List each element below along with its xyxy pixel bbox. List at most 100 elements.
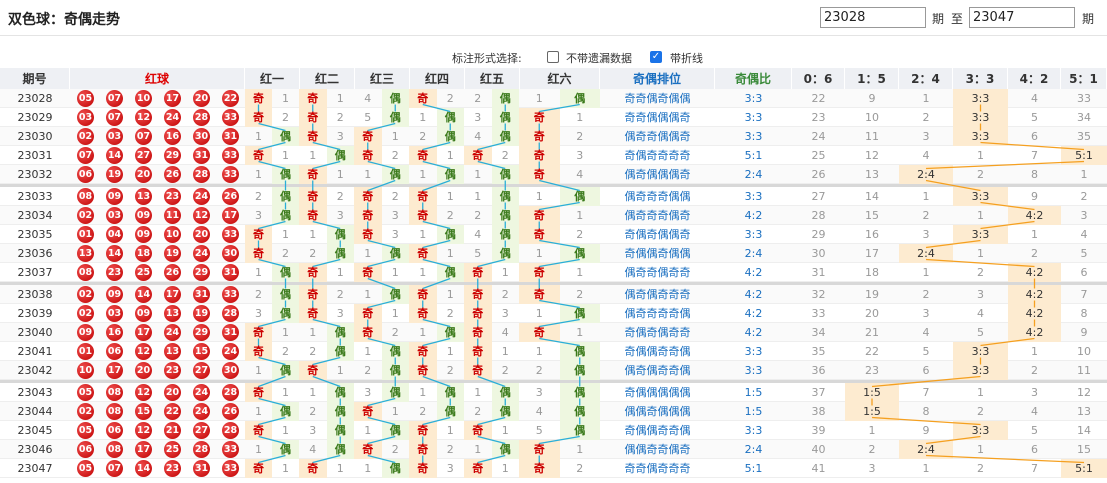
odd-mark: 奇 (464, 459, 492, 478)
red-ball: 17 (135, 441, 152, 458)
even-miss: 4 (576, 168, 584, 181)
red-ball: 08 (106, 441, 123, 458)
ratio-miss: 18 (865, 266, 879, 279)
odd-mark: 奇 (354, 127, 382, 146)
odd-mark: 奇 (354, 225, 382, 244)
red-ball: 05 (77, 422, 94, 439)
odd-miss: 1 (474, 386, 482, 399)
even-mark: 偶 (326, 225, 354, 244)
red-ball: 30 (193, 128, 210, 145)
odd-even-ratio: 3:3 (744, 130, 763, 143)
red-ball: 07 (106, 90, 123, 107)
odd-mark: 奇 (299, 89, 327, 108)
even-mark: 偶 (272, 127, 299, 146)
odd-mark: 奇 (519, 440, 560, 459)
header-10: 0：6 (792, 68, 845, 90)
red-ball: 33 (222, 109, 239, 126)
line-checkbox[interactable]: ✓ (650, 51, 662, 63)
ratio-miss: 1 (868, 424, 876, 437)
ratio-hit: 1:5 (845, 402, 899, 421)
odd-mark: 奇 (354, 206, 382, 225)
header-0[interactable]: 期号 (0, 68, 70, 90)
red-ball: 25 (135, 264, 152, 281)
ratio-miss: 8 (1031, 168, 1038, 181)
odd-mark: 奇 (354, 263, 382, 282)
red-ball: 05 (77, 460, 94, 477)
red-ball: 08 (106, 403, 123, 420)
ratio-miss: 1 (1031, 228, 1038, 241)
odd-even-ratio: 1:5 (744, 386, 763, 399)
ratio-miss: 9 (1031, 190, 1038, 203)
end-issue-input[interactable] (969, 7, 1075, 28)
odd-miss: 1 (364, 168, 372, 181)
ratio-miss: 21 (865, 326, 879, 339)
red-ball: 14 (135, 460, 152, 477)
ratio-hit: 3:3 (953, 361, 1008, 380)
odd-even-ratio: 3:3 (744, 424, 763, 437)
ratio-miss: 2 (977, 168, 984, 181)
odd-mark: 奇 (409, 146, 437, 165)
ratio-miss: 1 (922, 92, 930, 105)
even-mark: 偶 (381, 421, 409, 440)
even-miss: 2 (446, 443, 454, 456)
header-8: 奇偶排位 (600, 68, 715, 90)
red-ball: 23 (164, 362, 181, 379)
ratio-miss: 2 (1080, 190, 1088, 203)
ratio-hit: 4:2 (1008, 304, 1061, 323)
red-ball: 18 (135, 245, 152, 262)
ratio-miss: 7 (1031, 149, 1038, 162)
even-miss: 1 (336, 266, 344, 279)
ratio-miss: 6 (1080, 266, 1088, 279)
even-mark: 偶 (381, 165, 409, 184)
red-ball: 14 (106, 147, 123, 164)
odd-mark: 奇 (519, 285, 560, 304)
ratio-hit: 5:1 (1061, 146, 1107, 165)
issue-number: 23034 (17, 209, 53, 222)
ratio-miss: 2 (977, 462, 984, 475)
even-mark: 偶 (381, 383, 409, 402)
ratio-miss: 14 (865, 190, 879, 203)
ratio-miss: 3 (922, 228, 930, 241)
even-miss: 2 (336, 111, 344, 124)
odd-miss: 1 (255, 168, 262, 181)
odd-even-sequence: 奇奇偶奇奇奇 (624, 462, 691, 475)
ratio-miss: 40 (811, 443, 826, 456)
red-ball: 23 (164, 460, 181, 477)
odd-miss: 1 (364, 424, 372, 437)
even-mark: 偶 (436, 402, 464, 421)
ratio-miss: 20 (865, 307, 879, 320)
odd-mark: 奇 (464, 342, 492, 361)
even-mark: 偶 (381, 244, 409, 263)
issue-number: 23029 (17, 111, 53, 124)
odd-miss: 1 (364, 462, 372, 475)
red-ball: 02 (77, 403, 94, 420)
odd-even-sequence: 偶奇奇偶奇奇 (624, 266, 691, 279)
ratio-miss: 8 (922, 405, 930, 418)
even-miss: 2 (282, 247, 289, 260)
ratio-miss: 5 (922, 345, 930, 358)
ratio-hit: 3:3 (953, 342, 1008, 361)
red-ball: 24 (193, 245, 210, 262)
even-miss: 2 (336, 288, 344, 301)
ratio-miss: 2 (977, 405, 984, 418)
odd-miss: 3 (364, 386, 372, 399)
red-ball: 28 (193, 166, 210, 183)
red-ball: 10 (164, 226, 181, 243)
odd-mark: 奇 (409, 304, 437, 323)
start-issue-input[interactable] (820, 7, 926, 28)
red-ball: 10 (135, 90, 152, 107)
even-mark: 偶 (559, 89, 600, 108)
odd-miss: 3 (535, 386, 543, 399)
no-missing-checkbox[interactable] (547, 51, 559, 63)
even-miss: 1 (336, 92, 344, 105)
red-ball: 07 (135, 128, 152, 145)
red-ball: 31 (193, 286, 210, 303)
odd-mark: 奇 (409, 244, 437, 263)
red-ball: 28 (222, 305, 239, 322)
odd-miss: 1 (474, 190, 482, 203)
issue-number: 23040 (17, 326, 53, 339)
even-miss: 3 (391, 228, 399, 241)
even-miss: 2 (446, 92, 454, 105)
odd-mark: 奇 (409, 285, 437, 304)
ratio-miss: 19 (865, 288, 879, 301)
